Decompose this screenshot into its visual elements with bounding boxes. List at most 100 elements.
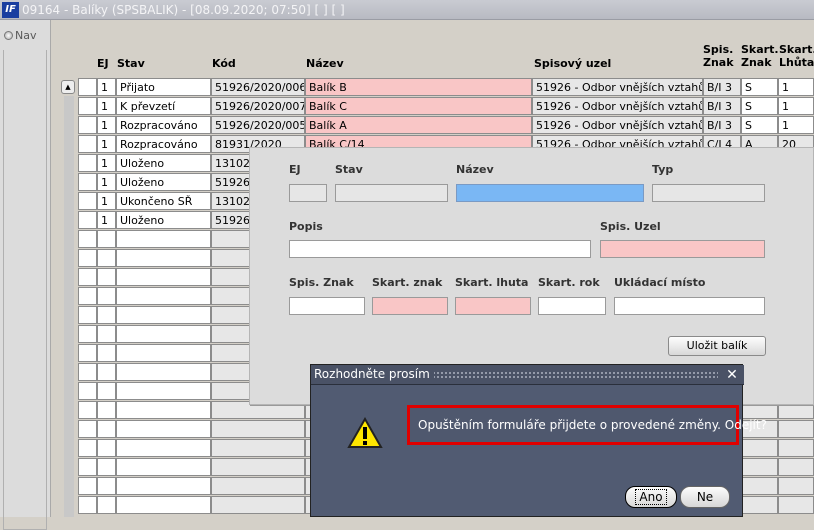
no-button[interactable]: Ne [680, 486, 730, 508]
cell-ej[interactable] [97, 230, 116, 248]
cell-ej[interactable] [97, 249, 116, 267]
cell-stav[interactable] [116, 458, 211, 476]
cell-skznak[interactable] [741, 458, 778, 476]
cell-kod[interactable]: 51926/2020/005 [211, 116, 305, 134]
save-package-button[interactable]: Uložit balík [668, 336, 766, 356]
cell-stav[interactable]: Uloženo [116, 211, 211, 229]
row-selector[interactable] [78, 439, 97, 457]
spis-znak-field[interactable] [289, 297, 365, 315]
row-selector[interactable] [78, 268, 97, 286]
cell-uzel[interactable]: 51926 - Odbor vnějších vztahů [532, 116, 703, 134]
cell-stav[interactable] [116, 439, 211, 457]
cell-ej[interactable] [97, 363, 116, 381]
cell-ej[interactable] [97, 382, 116, 400]
skart-znak-field[interactable] [372, 297, 448, 315]
row-selector[interactable] [78, 382, 97, 400]
cell-sklhuta[interactable]: 1 [778, 116, 814, 134]
cell-stav[interactable] [116, 230, 211, 248]
dialog-drag-handle[interactable] [428, 371, 718, 379]
cell-kod[interactable] [211, 477, 305, 495]
cell-ej[interactable] [97, 420, 116, 438]
cell-stav[interactable]: Ukončeno SŘ [116, 192, 211, 210]
cell-stav[interactable]: K převzetí [116, 97, 211, 115]
cell-sklhuta[interactable]: 1 [778, 97, 814, 115]
cell-skznak[interactable]: S [741, 78, 778, 96]
row-selector[interactable] [78, 249, 97, 267]
cell-stav[interactable] [116, 306, 211, 324]
row-selector[interactable] [78, 496, 97, 514]
row-selector[interactable] [78, 97, 97, 115]
nazev-field[interactable] [456, 184, 644, 202]
cell-stav[interactable] [116, 477, 211, 495]
cell-kod[interactable]: 51926/2020/006 [211, 78, 305, 96]
close-icon[interactable]: ✕ [723, 366, 741, 384]
spis-uzel-field[interactable] [600, 240, 765, 258]
row-selector[interactable] [78, 458, 97, 476]
cell-stav[interactable] [116, 496, 211, 514]
row-selector[interactable] [78, 135, 97, 153]
cell-stav[interactable] [116, 382, 211, 400]
cell-stav[interactable]: Rozpracováno [116, 135, 211, 153]
row-selector[interactable] [78, 192, 97, 210]
cell-ej[interactable] [97, 344, 116, 362]
cell-skznak[interactable]: S [741, 97, 778, 115]
cell-ej[interactable]: 1 [97, 192, 116, 210]
cell-ej[interactable] [97, 477, 116, 495]
cell-ej[interactable]: 1 [97, 211, 116, 229]
cell-stav[interactable] [116, 268, 211, 286]
cell-ej[interactable]: 1 [97, 173, 116, 191]
cell-stav[interactable]: Uloženo [116, 173, 211, 191]
cell-kod[interactable] [211, 439, 305, 457]
cell-uzel[interactable]: 51926 - Odbor vnějších vztahů [532, 97, 703, 115]
scroll-up-button[interactable]: ▲ [61, 80, 75, 94]
cell-ej[interactable] [97, 496, 116, 514]
cell-stav[interactable] [116, 287, 211, 305]
cell-ej[interactable] [97, 401, 116, 419]
cell-skznak[interactable]: S [741, 116, 778, 134]
ej-field[interactable] [289, 184, 327, 202]
cell-znak[interactable]: B/I 3 [703, 116, 741, 134]
row-selector[interactable] [78, 401, 97, 419]
row-selector[interactable] [78, 344, 97, 362]
row-selector[interactable] [78, 325, 97, 343]
row-selector[interactable] [78, 363, 97, 381]
cell-nazev[interactable]: Balík A [305, 116, 532, 134]
cell-uzel[interactable]: 51926 - Odbor vnějších vztahů [532, 78, 703, 96]
cell-znak[interactable]: B/I 3 [703, 97, 741, 115]
cell-sklhuta[interactable] [778, 477, 814, 495]
cell-skznak[interactable] [741, 477, 778, 495]
popis-field[interactable] [289, 240, 591, 258]
cell-stav[interactable] [116, 420, 211, 438]
cell-stav[interactable] [116, 401, 211, 419]
nav-button[interactable]: Nav [4, 29, 46, 45]
cell-ej[interactable] [97, 325, 116, 343]
row-selector[interactable] [78, 230, 97, 248]
scrollbar-track[interactable] [64, 96, 74, 517]
cell-ej[interactable]: 1 [97, 135, 116, 153]
row-selector[interactable] [78, 287, 97, 305]
row-selector[interactable] [78, 173, 97, 191]
cell-kod[interactable]: 51926/2020/007 [211, 97, 305, 115]
cell-stav[interactable]: Rozpracováno [116, 116, 211, 134]
cell-stav[interactable]: Uloženo [116, 154, 211, 172]
yes-button[interactable]: Ano [625, 486, 677, 508]
row-selector[interactable] [78, 154, 97, 172]
row-selector[interactable] [78, 211, 97, 229]
cell-kod[interactable] [211, 420, 305, 438]
cell-sklhuta[interactable] [778, 420, 814, 438]
row-selector[interactable] [78, 306, 97, 324]
cell-ej[interactable]: 1 [97, 116, 116, 134]
cell-ej[interactable]: 1 [97, 78, 116, 96]
cell-znak[interactable]: B/I 3 [703, 78, 741, 96]
cell-stav[interactable] [116, 249, 211, 267]
cell-stav[interactable] [116, 344, 211, 362]
stav-field[interactable] [335, 184, 448, 202]
cell-kod[interactable] [211, 496, 305, 514]
cell-skznak[interactable] [741, 496, 778, 514]
cell-ej[interactable] [97, 268, 116, 286]
cell-sklhuta[interactable]: 1 [778, 78, 814, 96]
cell-kod[interactable] [211, 458, 305, 476]
cell-stav[interactable] [116, 363, 211, 381]
cell-sklhuta[interactable] [778, 458, 814, 476]
cell-sklhuta[interactable] [778, 496, 814, 514]
